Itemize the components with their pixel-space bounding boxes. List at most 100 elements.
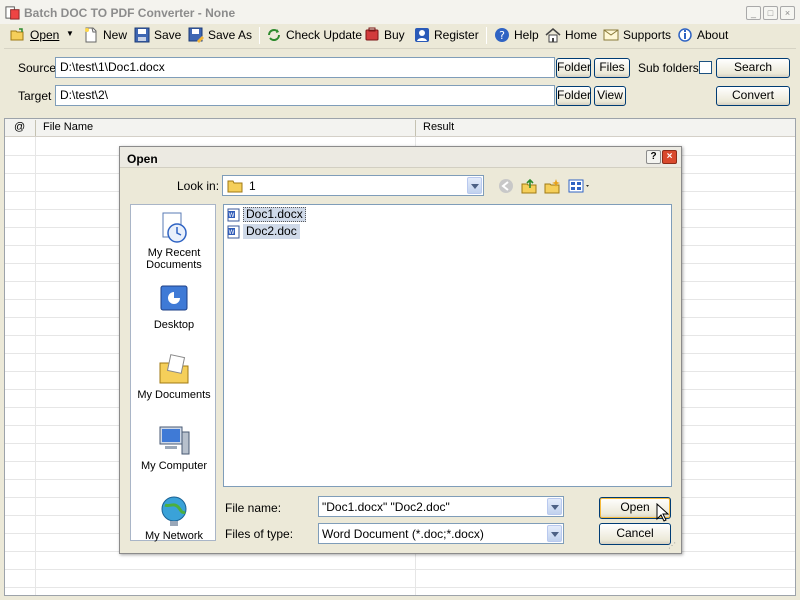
target-view-button[interactable]: View (594, 86, 626, 106)
file-item[interactable]: W Doc1.docx (227, 207, 306, 222)
cart-icon (365, 27, 379, 41)
toolbar-help-button[interactable]: ? Help (494, 26, 539, 44)
open-dropdown-arrow[interactable]: ▼ (66, 29, 74, 38)
file-type-value: Word Document (*.doc;*.docx) (322, 527, 484, 541)
toolbar-buy-button[interactable]: Buy (364, 26, 405, 44)
toolbar-supports-button[interactable]: Supports (603, 26, 671, 44)
look-in-label: Look in: (177, 179, 220, 193)
maximize-button[interactable]: □ (763, 6, 778, 20)
word-document-icon: W (227, 225, 240, 238)
cancel-button[interactable]: Cancel (599, 523, 671, 545)
dialog-title-bar: Open ? × (120, 147, 681, 168)
my-computer-icon (159, 426, 190, 455)
search-button[interactable]: Search (716, 58, 790, 78)
folder-icon (227, 179, 243, 196)
subfolders-label: Sub folders (638, 61, 699, 75)
toolbar-about-button[interactable]: About (677, 26, 728, 44)
column-header-at[interactable]: @ (14, 121, 25, 133)
file-name: Doc1.docx (243, 207, 306, 222)
my-network-icon (161, 496, 187, 526)
source-files-button[interactable]: Files (594, 58, 630, 78)
chevron-down-icon[interactable] (547, 498, 562, 515)
column-divider[interactable] (415, 120, 416, 136)
look-in-value: 1 (249, 179, 256, 193)
file-name: Doc2.doc (243, 224, 300, 239)
look-in-dropdown[interactable]: 1 (222, 175, 484, 196)
convert-button[interactable]: Convert (716, 86, 790, 106)
home-icon (545, 28, 561, 43)
back-icon[interactable] (498, 178, 516, 194)
refresh-icon (268, 29, 280, 41)
app-icon (5, 5, 20, 20)
places-bar: My Recent Documents Desktop My Documents… (130, 204, 217, 542)
column-header-file-name[interactable]: File Name (43, 121, 93, 133)
title-bar: Batch DOC TO PDF Converter - None _ □ × (0, 0, 800, 26)
chevron-down-icon[interactable] (547, 525, 562, 542)
view-menu-icon[interactable] (568, 178, 592, 194)
about-icon (678, 28, 692, 42)
file-type-label: Files of type: (225, 527, 294, 541)
place-my-computer[interactable]: My Computer (131, 424, 217, 472)
source-folder-button[interactable]: Folder (556, 58, 591, 78)
svg-text:W: W (229, 212, 235, 219)
toolbar-separator (486, 27, 487, 44)
toolbar-save-as-button[interactable]: Save As (188, 26, 252, 44)
dialog-close-button[interactable]: × (662, 150, 677, 164)
target-folder-button[interactable]: Folder (556, 86, 591, 106)
grid-row-line (5, 569, 795, 570)
options-panel: Source D:\test\1\Doc1.docx Folder Files … (4, 48, 796, 112)
open-folder-icon (10, 28, 24, 41)
window-title: Batch DOC TO PDF Converter - None (24, 6, 236, 20)
help-icon: ? (495, 28, 509, 42)
column-divider[interactable] (35, 120, 36, 136)
toolbar-separator (259, 27, 260, 44)
minimize-button[interactable]: _ (746, 6, 761, 20)
toolbar-check-update-button[interactable]: Check Update (266, 26, 362, 44)
place-my-documents[interactable]: My Documents (131, 353, 217, 401)
toolbar-new-button[interactable]: New (83, 26, 127, 44)
dialog-help-button[interactable]: ? (646, 150, 661, 164)
place-my-recent-documents[interactable]: My Recent Documents (131, 211, 217, 271)
close-button[interactable]: × (780, 6, 795, 20)
subfolders-checkbox[interactable] (699, 61, 712, 74)
toolbar-register-button[interactable]: Register (414, 26, 479, 44)
new-file-icon (85, 27, 97, 43)
grid-column-line (35, 137, 36, 595)
save-as-icon (188, 27, 204, 43)
file-item[interactable]: W Doc2.doc (227, 224, 300, 239)
toolbar-home-button[interactable]: Home (545, 26, 597, 44)
my-documents-icon (159, 354, 189, 384)
target-input[interactable]: D:\test\2\ (55, 85, 555, 106)
target-label: Target (18, 89, 52, 103)
chevron-down-icon[interactable] (467, 177, 482, 194)
svg-text:?: ? (499, 29, 505, 42)
word-document-icon: W (227, 208, 240, 221)
source-label: Source (18, 61, 57, 75)
file-type-dropdown[interactable]: Word Document (*.doc;*.docx) (318, 523, 564, 544)
file-name-label: File name: (225, 501, 282, 515)
save-disk-icon (134, 27, 150, 43)
grid-row-line (5, 587, 795, 588)
file-name-combobox[interactable]: "Doc1.docx" "Doc2.doc" (318, 496, 564, 517)
column-header-result[interactable]: Result (423, 121, 454, 133)
up-folder-icon[interactable] (521, 178, 539, 194)
supports-icon (603, 29, 619, 41)
desktop-icon (160, 285, 188, 311)
toolbar-open-button[interactable]: Open (10, 26, 59, 44)
grid-header: @ File Name Result (5, 119, 795, 137)
place-my-network[interactable]: My Network (131, 494, 217, 542)
recent-documents-icon (162, 212, 187, 243)
file-name-value: "Doc1.docx" "Doc2.doc" (322, 500, 450, 514)
dialog-title: Open (127, 152, 158, 166)
register-icon (415, 28, 429, 42)
toolbar: Open ▼ New Save Save As Check Update Buy… (0, 24, 800, 46)
toolbar-save-button[interactable]: Save (134, 26, 181, 44)
new-folder-icon[interactable] (544, 178, 562, 194)
place-desktop[interactable]: Desktop (131, 283, 217, 331)
file-list[interactable]: W Doc1.docx W Doc2.doc (223, 204, 672, 487)
resize-grip-icon[interactable]: ⋰ (668, 541, 680, 553)
open-dialog: Open ? × Look in: 1 My Recent Documents … (119, 146, 682, 554)
svg-text:W: W (229, 229, 235, 236)
mouse-cursor-icon (656, 502, 670, 526)
source-input[interactable]: D:\test\1\Doc1.docx (55, 57, 555, 78)
